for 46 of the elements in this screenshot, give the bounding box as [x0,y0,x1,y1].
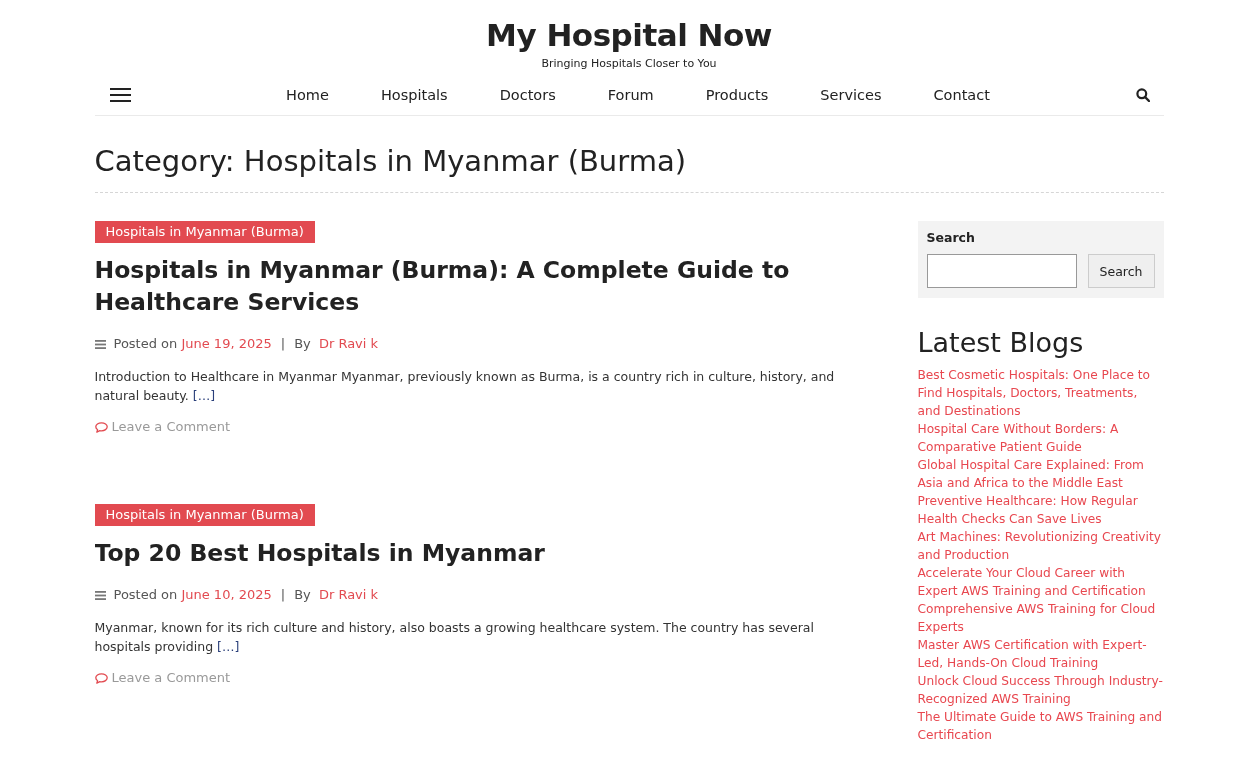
blog-link[interactable]: Global Hospital Care Explained: From Asia and Africa to the Middle East [917,456,1164,492]
blog-link[interactable]: Master AWS Certification with Expert-Led, Hands-On Cloud Training [917,636,1164,672]
post-title[interactable]: Hospitals in Myanmar (Burma): A Complete Guide to Healthcare Services [94,254,835,318]
read-more-link[interactable]: […] [192,388,216,403]
nav-link[interactable]: Products [705,85,769,105]
bars-icon [94,590,106,600]
date-link[interactable]: June 19, 2025 [181,336,272,351]
date-link[interactable]: June 10, 2025 [181,587,272,602]
blog-link[interactable]: Comprehensive AWS Training for Cloud Experts [917,600,1164,636]
nav-link[interactable]: Services [820,85,882,105]
nav-link[interactable]: Hospitals [380,85,448,105]
search-field[interactable] [926,254,1077,288]
comment-link[interactable]: Leave a Comment [94,417,231,437]
post-title[interactable]: Top 20 Best Hospitals in Myanmar [94,537,545,569]
author-link[interactable]: Dr Ravi k [318,336,379,351]
search-label: Search [926,229,976,247]
nav-link[interactable]: Home [286,85,329,105]
category-tag[interactable]: Hospitals in Myanmar (Burma) [94,221,315,243]
search-button[interactable]: Search [1087,254,1155,288]
menu-icon[interactable] [109,88,131,102]
blog-link[interactable]: Best Cosmetic Hospitals: One Place to Find Hospitals, Doctors, Treatments, and Destinations [917,366,1164,420]
post-meta: Posted on June 10, 2025 | By Dr Ravi k [113,586,379,604]
nav-link[interactable]: Contact [933,85,990,105]
site-title[interactable]: My Hospital Now [486,15,772,55]
page-title: Category: Hospitals in Myanmar (Burma) [94,116,1164,193]
post-excerpt: Introduction to Healthcare in Myanmar Myanmar, previously known as Burma, is a country rich in culture, history, and natural beauty. […] [94,368,836,405]
read-more-link[interactable]: […] [217,639,240,654]
post-excerpt: Myanmar, known for its rich culture and history, also boasts a growing healthcare system. The country has several hospitals providing […] [94,619,815,656]
widget-title: Latest Blogs [917,326,1085,360]
search-icon[interactable] [1135,88,1150,102]
comment-link[interactable]: Leave a Comment [94,668,231,688]
bars-icon [94,339,106,349]
nav-link[interactable]: Forum [607,85,654,105]
nav-link[interactable]: Doctors [499,85,556,105]
category-tag[interactable]: Hospitals in Myanmar (Burma) [94,504,315,526]
blog-link[interactable]: Hospital Care Without Borders: A Comparative Patient Guide [917,420,1164,456]
blog-link[interactable]: The Ultimate Guide to AWS Training and Certification [917,708,1164,744]
blog-link[interactable]: Accelerate Your Cloud Career with Expert AWS Training and Certification [917,564,1164,600]
blog-link[interactable]: Art Machines: Revolutionizing Creativity and Production [917,528,1164,564]
site-tagline: Bringing Hospitals Closer to You [541,56,717,72]
speech-bubble-icon [94,421,108,433]
speech-bubble-icon [94,672,108,684]
blog-link[interactable]: Preventive Healthcare: How Regular Health Checks Can Save Lives [917,492,1164,528]
blog-link[interactable]: Unlock Cloud Success Through Industry-Recognized AWS Training [917,672,1164,708]
author-link[interactable]: Dr Ravi k [318,587,379,602]
post-meta: Posted on June 19, 2025 | By Dr Ravi k [113,335,379,353]
